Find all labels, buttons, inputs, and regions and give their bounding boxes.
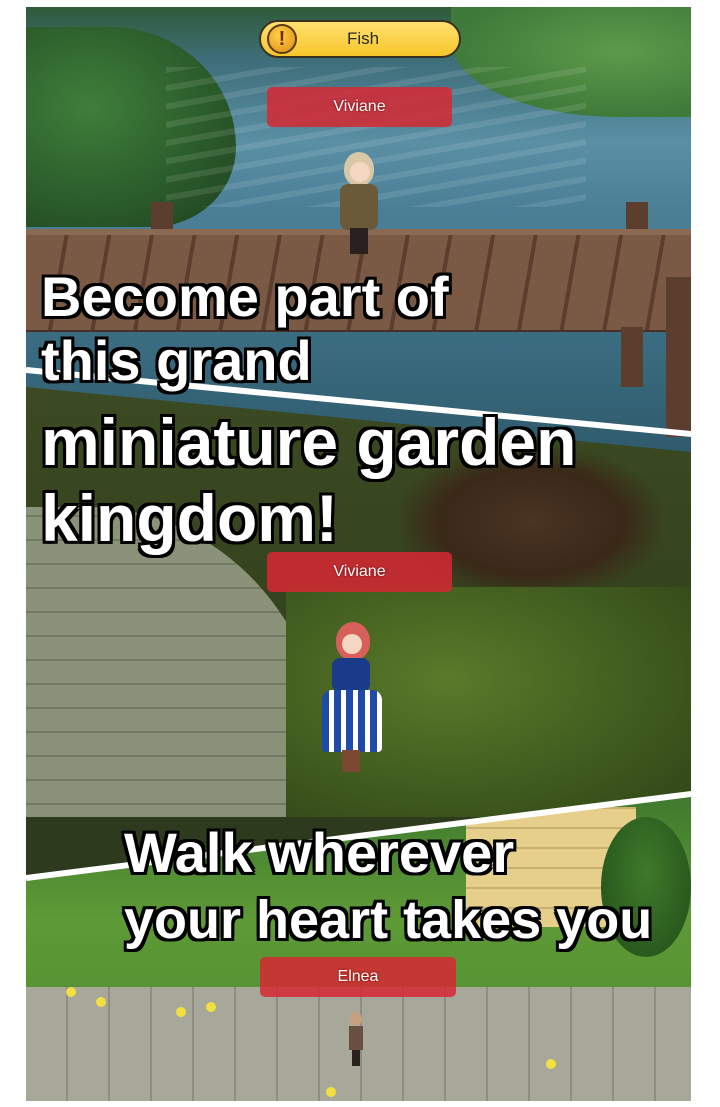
character-body	[349, 1026, 363, 1050]
nameplate-top: Viviane	[267, 87, 452, 127]
character-legs	[342, 750, 360, 772]
player-character-viviane[interactable]	[336, 152, 382, 262]
tagline-line-2: your heart takes you	[124, 890, 653, 950]
quest-label: Fish	[346, 29, 380, 48]
nameplate-middle: Viviane	[267, 552, 452, 592]
flower-icon	[176, 1007, 186, 1017]
flower-icon	[546, 1059, 556, 1069]
nameplate-bottom: Elnea	[260, 957, 456, 997]
character-legs	[352, 1050, 360, 1066]
flower-icon	[96, 997, 106, 1007]
flower-icon	[326, 1087, 336, 1097]
tagline-line-1: Walk wherever	[124, 821, 515, 884]
bridge-post	[621, 327, 643, 387]
game-screenshot: ! Fish Viviane Viviane Elnea Become part…	[26, 7, 691, 1101]
quest-indicator-button[interactable]: ! Fish	[259, 20, 461, 58]
headline-line-3: miniature garden	[41, 405, 577, 479]
character-face	[350, 162, 370, 182]
npc-character-elnea[interactable]	[346, 1012, 366, 1067]
character-head	[350, 1012, 362, 1026]
flower-icon	[206, 1002, 216, 1012]
headline-line-2: this grand	[41, 329, 312, 392]
player-character-viviane-dress[interactable]	[322, 622, 382, 782]
headline-line-1: Become part of	[41, 265, 449, 328]
character-bodice	[332, 658, 370, 692]
bridge-post	[666, 277, 691, 437]
exclamation-icon: !	[267, 24, 297, 54]
character-striped-skirt	[322, 690, 382, 752]
character-face	[342, 634, 362, 654]
flower-icon	[66, 987, 76, 997]
headline-line-4: kingdom!	[41, 481, 338, 555]
character-body	[340, 184, 378, 230]
character-legs	[350, 228, 368, 254]
